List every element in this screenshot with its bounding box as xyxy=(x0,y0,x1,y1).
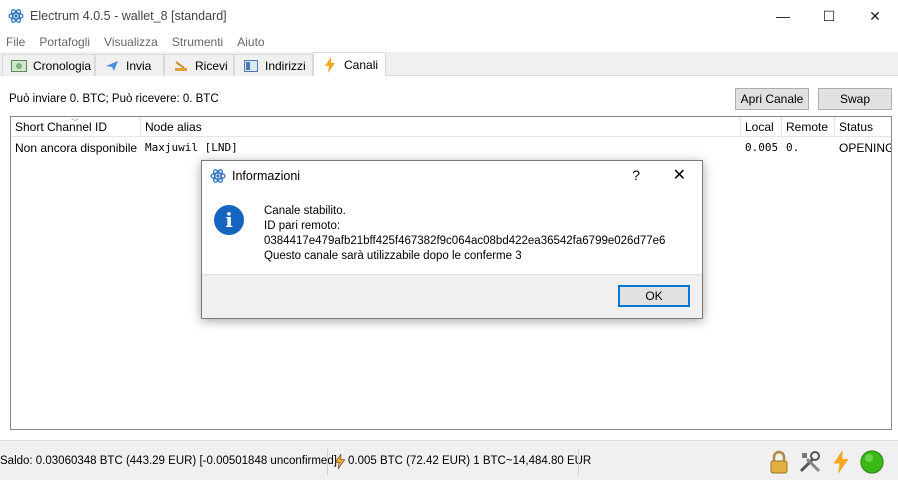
menu-wallet[interactable]: Portafogli xyxy=(39,35,90,49)
dialog-message-line: Questo canale sarà utilizzabile dopo le … xyxy=(264,250,522,262)
menu-help[interactable]: Aiuto xyxy=(237,35,264,49)
tab-addresses[interactable]: Indirizzi xyxy=(234,54,313,76)
dialog-body: i Canale stabilito. ID pari remoto: 0384… xyxy=(202,191,702,274)
cell-status: OPENING xyxy=(839,141,891,155)
table-header: ﹀ Short Channel ID Node alias Local Remo… xyxy=(11,117,891,137)
title-bar: Electrum 4.0.5 - wallet_8 [standard] — ☐… xyxy=(0,0,898,32)
addresses-icon xyxy=(243,59,259,73)
channels-summary: Può inviare 0. BTC; Può ricevere: 0. BTC xyxy=(9,93,219,105)
menu-view[interactable]: Visualizza xyxy=(104,35,158,49)
dialog-close-button[interactable]: ✕ xyxy=(673,165,686,185)
swap-button[interactable]: Swap xyxy=(818,88,892,110)
dialog-message-line: ID pari remoto: xyxy=(264,220,341,232)
help-button[interactable]: ? xyxy=(632,167,640,183)
cell-remote: 0. xyxy=(786,141,800,154)
history-icon xyxy=(11,59,27,73)
menu-bar: File Portafogli Visualizza Strumenti Aiu… xyxy=(0,32,898,52)
send-icon xyxy=(104,59,120,73)
tab-history[interactable]: Cronologia xyxy=(2,54,95,76)
column-header-remote[interactable]: Remote xyxy=(782,117,835,137)
electrum-logo-icon xyxy=(8,9,24,23)
dialog-message-remote-peer-id: 0384417e479afb21bff425f467382f9c064ac08b… xyxy=(264,235,666,247)
dialog-footer: OK xyxy=(202,274,702,318)
balance-text: Saldo: 0.03060348 BTC (443.29 EUR) [-0.0… xyxy=(0,455,337,467)
tab-receive[interactable]: Ricevi xyxy=(164,54,234,76)
dialog-title-bar: Informazioni xyxy=(202,161,702,191)
network-status-icon[interactable] xyxy=(859,449,885,475)
tab-channels[interactable]: Canali xyxy=(313,52,386,77)
maximize-button[interactable]: ☐ xyxy=(806,0,852,32)
ok-button[interactable]: OK xyxy=(618,285,690,307)
close-button[interactable]: ✕ xyxy=(852,0,898,32)
cell-short-channel-id: Non ancora disponibile xyxy=(15,141,138,155)
column-header-short-channel-id[interactable]: ﹀ Short Channel ID xyxy=(11,117,141,137)
lock-icon[interactable] xyxy=(766,449,792,475)
tab-send[interactable]: Invia xyxy=(95,54,164,76)
lightning-balance-text: 0.005 BTC (72.42 EUR) 1 BTC~14,484.80 EU… xyxy=(348,455,592,467)
lightning-icon xyxy=(322,57,338,73)
open-channel-button[interactable]: Apri Canale xyxy=(735,88,809,110)
cell-node-alias: Maxjuwil [LND] xyxy=(145,141,238,154)
menu-file[interactable]: File xyxy=(6,35,25,49)
column-header-node-alias[interactable]: Node alias xyxy=(141,117,741,137)
status-bar: Saldo: 0.03060348 BTC (443.29 EUR) [-0.0… xyxy=(0,440,898,480)
cell-local: 0.005 xyxy=(745,141,779,154)
tab-bar: Cronologia Invia Ricevi Indirizzi Canali xyxy=(0,52,898,77)
column-header-status[interactable]: Status xyxy=(835,117,891,137)
info-icon: i xyxy=(214,205,244,235)
column-header-local[interactable]: Local xyxy=(741,117,782,137)
tools-icon[interactable] xyxy=(797,449,823,475)
info-dialog: Informazioni ? ✕ i Canale stabilito. ID … xyxy=(201,160,703,319)
dialog-title: Informazioni xyxy=(232,169,301,183)
status-divider xyxy=(578,449,579,475)
lightning-balance-icon xyxy=(334,453,346,472)
receive-icon xyxy=(173,59,189,73)
status-divider xyxy=(327,449,328,475)
sort-indicator-icon: ﹀ xyxy=(71,118,79,127)
dialog-message-line: Canale stabilito. xyxy=(264,205,346,217)
electrum-logo-icon xyxy=(210,169,226,183)
lightning-icon[interactable] xyxy=(828,449,854,475)
window-title: Electrum 4.0.5 - wallet_8 [standard] xyxy=(30,9,227,23)
menu-tools[interactable]: Strumenti xyxy=(172,35,223,49)
minimize-button[interactable]: — xyxy=(760,0,806,32)
